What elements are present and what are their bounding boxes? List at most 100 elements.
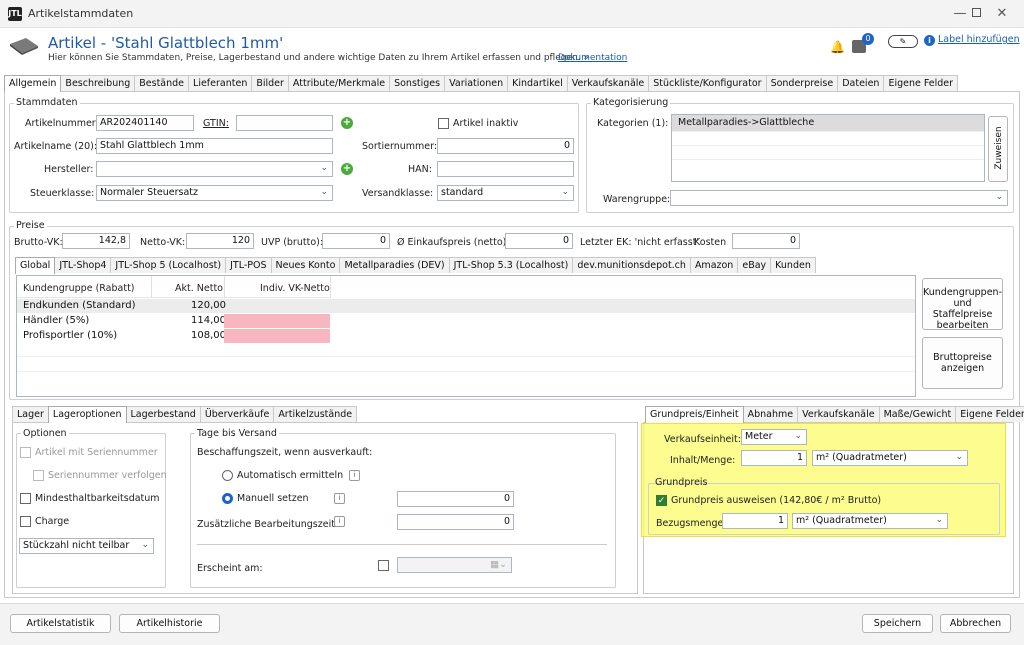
maximize-button[interactable] bbox=[950, 4, 981, 24]
save-button[interactable]: Speichern bbox=[862, 614, 933, 633]
cancel-button[interactable]: Abbrechen bbox=[940, 614, 1011, 633]
tab-shop4[interactable]: JTL-Shop4 bbox=[54, 257, 112, 273]
tab-kindartikel[interactable]: Kindartikel bbox=[507, 75, 568, 91]
auto-radio[interactable] bbox=[222, 470, 233, 481]
tab-masse-gewicht[interactable]: Maße/Gewicht bbox=[878, 406, 957, 422]
inaktiv-checkbox[interactable] bbox=[438, 118, 449, 129]
chevron-down-icon: ⌄ bbox=[561, 187, 569, 197]
kundengruppen-staffel-button[interactable]: Kundengruppen- und Staffelpreise bearbei… bbox=[922, 278, 1003, 331]
tab-artikelzustaende[interactable]: Artikelzustände bbox=[273, 406, 358, 422]
teilbar-select[interactable]: Stückzahl nicht teilbar ⌄ bbox=[19, 538, 154, 554]
artnr-input[interactable]: AR202401140 bbox=[96, 115, 194, 131]
tab-stueckliste[interactable]: Stückliste/Konfigurator bbox=[648, 75, 767, 91]
tab-pos[interactable]: JTL-POS bbox=[225, 257, 272, 273]
tab-lageroptionen[interactable]: Lageroptionen bbox=[47, 406, 127, 423]
sort-input[interactable]: 0 bbox=[437, 138, 574, 154]
zuweisen-button[interactable]: Zuweisen bbox=[988, 116, 1008, 182]
bearbeitung-input[interactable]: 0 bbox=[397, 514, 514, 530]
indiv-price-cell[interactable] bbox=[224, 329, 330, 343]
title-bar bbox=[0, 0, 1024, 28]
gtin-input[interactable] bbox=[236, 115, 333, 131]
tab-sonderpreise[interactable]: Sonderpreise bbox=[765, 75, 839, 91]
tab-neues-konto[interactable]: Neues Konto bbox=[270, 257, 341, 273]
chevron-down-icon: ⌄ bbox=[794, 431, 802, 441]
tab-bilder[interactable]: Bilder bbox=[251, 75, 289, 91]
add-hersteller-icon[interactable]: + bbox=[341, 163, 353, 175]
tab-ueberverkaeufe[interactable]: Überverkäufe bbox=[199, 406, 275, 422]
seriennummer-checkbox[interactable] bbox=[20, 447, 31, 458]
inhalt-unit-select[interactable]: m² (Quadratmeter) ⌄ bbox=[812, 450, 968, 466]
erscheint-checkbox[interactable] bbox=[378, 560, 389, 571]
tab-bestaende[interactable]: Bestände bbox=[134, 75, 190, 91]
tab-shop5-local[interactable]: JTL-Shop 5 (Localhost) bbox=[110, 257, 227, 273]
manuell-input[interactable]: 0 bbox=[397, 491, 514, 507]
kosten-input[interactable]: 0 bbox=[732, 233, 800, 249]
vk-einheit-select[interactable]: Meter ⌄ bbox=[741, 429, 807, 445]
table-row[interactable]: Händler (5%) 114,00 bbox=[17, 314, 915, 328]
table-row[interactable]: Profisportler (10%) 108,00 bbox=[17, 329, 915, 343]
tab-grundpreis[interactable]: Grundpreis/Einheit bbox=[645, 406, 744, 423]
uvp-input[interactable]: 0 bbox=[322, 233, 390, 249]
grundpreis-ausweisen-checkbox[interactable]: ✓ bbox=[656, 495, 667, 506]
verfolgen-checkbox[interactable] bbox=[33, 470, 44, 481]
warengruppe-select[interactable]: ⌄ bbox=[670, 190, 1008, 206]
tab-eigene-felder[interactable]: Eigene Felder bbox=[883, 75, 959, 91]
steuer-select[interactable]: Normaler Steuersatz ⌄ bbox=[96, 185, 333, 201]
indiv-price-cell[interactable] bbox=[224, 314, 330, 328]
brutto-input[interactable]: 142,8 bbox=[62, 233, 130, 249]
tab-metallparadies[interactable]: Metallparadies (DEV) bbox=[339, 257, 450, 273]
kategorisierung-legend: Kategorisierung bbox=[591, 97, 671, 108]
tab-beschreibung[interactable]: Beschreibung bbox=[60, 75, 136, 91]
netto-label: Netto-VK: bbox=[140, 237, 186, 248]
erscheint-date-picker[interactable]: ▦⌄ bbox=[397, 557, 512, 573]
tab-attribute[interactable]: Attribute/Merkmale bbox=[287, 75, 391, 91]
manuell-radio[interactable] bbox=[222, 493, 233, 504]
bezugsmenge-input[interactable]: 1 bbox=[722, 513, 788, 529]
mhd-label: Mindesthaltbarkeitsdatum bbox=[35, 493, 160, 504]
hersteller-select[interactable]: ⌄ bbox=[96, 161, 333, 177]
edit-label-icon[interactable]: ✎ bbox=[888, 35, 918, 48]
bezugsmenge-label: Bezugsmenge bbox=[656, 518, 724, 529]
kategorie-item[interactable]: Metallparadies->Glattbleche bbox=[672, 115, 984, 131]
table-row[interactable]: Endkunden (Standard) 120,00 bbox=[17, 299, 915, 313]
grundpreis-ausweisen-label: Grundpreis ausweisen (142,80€ / m² Brutt… bbox=[671, 495, 882, 506]
inhalt-input[interactable]: 1 bbox=[741, 450, 807, 466]
tab-global[interactable]: Global bbox=[15, 257, 56, 274]
tab-gp-verkaufskanaele[interactable]: Verkaufskanäle bbox=[797, 406, 880, 422]
kategorien-list[interactable]: Metallparadies->Glattbleche bbox=[671, 114, 985, 182]
add-label-link[interactable]: Label hinzufügen bbox=[938, 34, 1020, 45]
tab-shop53[interactable]: JTL-Shop 5.3 (Localhost) bbox=[448, 257, 574, 273]
tab-abnahme[interactable]: Abnahme bbox=[742, 406, 799, 422]
charge-checkbox[interactable] bbox=[20, 516, 31, 527]
mhd-checkbox[interactable] bbox=[20, 493, 31, 504]
name-input[interactable]: Stahl Glattblech 1mm bbox=[96, 138, 333, 154]
tab-sonstiges[interactable]: Sonstiges bbox=[389, 75, 446, 91]
bruttopreise-button[interactable]: Bruttopreise anzeigen bbox=[922, 337, 1003, 389]
tab-amazon[interactable]: Amazon bbox=[689, 257, 739, 273]
ek-label: Ø Einkaufspreis (netto): bbox=[397, 237, 510, 248]
han-input[interactable] bbox=[437, 161, 574, 177]
documentation-link[interactable]: Dokumentation bbox=[558, 53, 627, 63]
tab-lager[interactable]: Lager bbox=[12, 406, 49, 422]
tab-lieferanten[interactable]: Lieferanten bbox=[188, 75, 253, 91]
versand-select[interactable]: standard ⌄ bbox=[437, 185, 574, 201]
tab-ebay[interactable]: eBay bbox=[737, 257, 772, 273]
close-window-button[interactable]: ✕ bbox=[990, 4, 1014, 24]
tab-variationen[interactable]: Variationen bbox=[444, 75, 509, 91]
add-gtin-icon[interactable]: + bbox=[341, 117, 353, 129]
bell-icon[interactable]: 🔔 bbox=[830, 40, 845, 54]
tab-kunden[interactable]: Kunden bbox=[770, 257, 816, 273]
tab-munitionsdepot[interactable]: dev.munitionsdepot.ch bbox=[572, 257, 691, 273]
bearbeitung-label: Zusätzliche Bearbeitungszeit bbox=[197, 519, 335, 530]
page-subtitle: Hier können Sie Stammdaten, Preise, Lage… bbox=[48, 53, 589, 63]
tab-verkaufskanaele[interactable]: Verkaufskanäle bbox=[566, 75, 650, 91]
tab-allgemein[interactable]: Allgemein bbox=[4, 75, 62, 92]
artikelstatistik-button[interactable]: Artikelstatistik bbox=[10, 614, 111, 633]
tab-dateien[interactable]: Dateien bbox=[837, 75, 885, 91]
artikelhistorie-button[interactable]: Artikelhistorie bbox=[119, 614, 220, 633]
netto-input[interactable]: 120 bbox=[186, 233, 254, 249]
ek-input[interactable]: 0 bbox=[505, 233, 573, 249]
tab-gp-eigene-felder[interactable]: Eigene Felder bbox=[955, 406, 1024, 422]
bezugsmenge-unit-select[interactable]: m² (Quadratmeter) ⌄ bbox=[792, 513, 948, 529]
tab-lagerbestand[interactable]: Lagerbestand bbox=[125, 406, 201, 422]
